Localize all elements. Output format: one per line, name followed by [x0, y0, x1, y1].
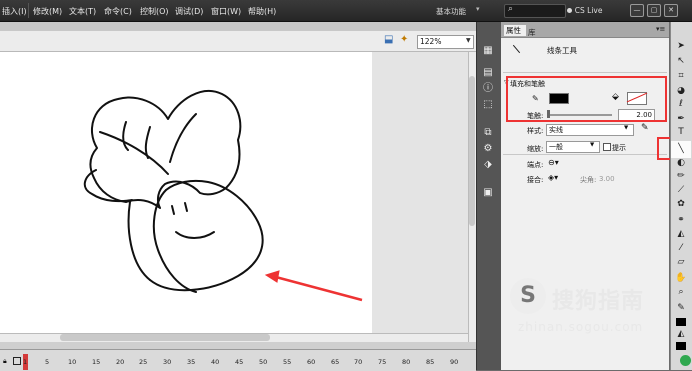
paint-bucket-tool-icon[interactable]: ◭	[674, 228, 688, 241]
subselection-tool-icon[interactable]: ↖	[674, 55, 688, 68]
frame-number: 30	[163, 358, 172, 366]
divider	[503, 154, 667, 155]
divider	[503, 72, 667, 73]
frame-number: 15	[92, 358, 101, 366]
info-icon[interactable]: ⓘ	[480, 82, 496, 96]
hand-tool-icon[interactable]: ✋	[674, 272, 688, 285]
status-indicator	[680, 355, 691, 366]
lasso-tool-icon[interactable]: ℓ	[674, 98, 688, 111]
frame-number: 85	[426, 358, 435, 366]
scale-label: 缩放:	[527, 145, 544, 153]
highlight-fill-stroke	[506, 76, 667, 122]
miter-value[interactable]: 3.00	[599, 175, 615, 183]
deco-tool-icon[interactable]: ✿	[674, 198, 688, 211]
frame-number: 40	[211, 358, 220, 366]
stroke-color-tool-icon[interactable]: ✎	[674, 302, 688, 315]
zoom-tool-icon[interactable]: ⌕	[674, 286, 688, 299]
frame-number: 1	[23, 358, 28, 366]
components-icon[interactable]: ⧉	[480, 126, 496, 140]
frame-number: 35	[187, 358, 196, 366]
tab-library[interactable]: 库	[528, 27, 536, 38]
chevron-down-icon[interactable]: ▼	[590, 142, 594, 148]
outline-icon[interactable]	[13, 357, 21, 365]
frame-number: 10	[68, 358, 77, 366]
bone-tool-icon[interactable]: ⚭	[674, 214, 688, 227]
brush-tool-icon[interactable]: ⟋	[674, 184, 688, 197]
join-label: 接合:	[527, 176, 544, 184]
selection-tool-icon[interactable]: ➤	[674, 40, 688, 53]
code-snippets-icon[interactable]: ⬗	[480, 158, 496, 172]
watermark-url: zhinan.sogou.com	[518, 320, 644, 334]
cap-label: 端点:	[527, 161, 544, 169]
arrow-to-drawing	[271, 274, 363, 302]
frame-number: 25	[139, 358, 148, 366]
panel-tab-bar	[501, 22, 669, 38]
join-select[interactable]: ◈▾	[548, 173, 558, 182]
frame-number: 45	[235, 358, 244, 366]
watermark-brand: 搜狗指南	[552, 289, 645, 314]
line-tool-icon[interactable]: ╲	[674, 143, 688, 156]
frame-number: 75	[378, 358, 387, 366]
history-icon[interactable]: ▣	[480, 186, 496, 200]
tab-properties[interactable]: 属性	[504, 25, 526, 36]
pen-tool-icon[interactable]: ✒	[674, 113, 688, 126]
edit-stroke-style-icon[interactable]: ✎	[641, 123, 649, 133]
text-tool-icon[interactable]: T	[674, 126, 688, 139]
style-select[interactable]: 实线	[546, 124, 634, 136]
color-swatches-icon[interactable]: ▦	[480, 44, 496, 58]
hint-checkbox[interactable]	[603, 143, 611, 151]
properties-panel	[501, 22, 669, 370]
timeline-header	[0, 342, 476, 349]
frame-number: 80	[402, 358, 411, 366]
arrow-to-drawing-head	[264, 270, 280, 283]
hint-label: 提示	[612, 144, 626, 152]
cap-select[interactable]: ⊖▾	[548, 158, 559, 167]
frame-number: 65	[331, 358, 340, 366]
chevron-down-icon[interactable]: ▼	[624, 125, 628, 131]
frame-number: 5	[45, 358, 50, 366]
pencil-tool-icon[interactable]: ✏	[674, 170, 688, 183]
sogou-logo-icon: S	[510, 278, 546, 314]
rectangle-tool-icon[interactable]: ◐	[674, 157, 688, 170]
free-transform-tool-icon[interactable]: ⌗	[674, 70, 688, 83]
frame-number: 60	[307, 358, 316, 366]
transform-icon[interactable]: ⬚	[480, 98, 496, 112]
lock-icon[interactable]: 🔒︎	[3, 357, 7, 366]
eyedropper-tool-icon[interactable]: ⁄	[674, 242, 688, 255]
frame-number: 20	[116, 358, 125, 366]
panel-menu-icon[interactable]: ▾≡	[656, 25, 665, 33]
stroke-color-swatch[interactable]	[676, 318, 686, 326]
frame-number: 55	[283, 358, 292, 366]
frame-number: 70	[354, 358, 363, 366]
tool-name: 线条工具	[547, 46, 577, 55]
frame-number: 90	[450, 358, 459, 366]
frame-number: 50	[259, 358, 268, 366]
fill-color-swatch[interactable]	[676, 342, 686, 350]
fill-bucket-tool-icon[interactable]: ◭	[674, 328, 688, 341]
3d-rotation-tool-icon[interactable]: ◕	[674, 85, 688, 98]
align-icon[interactable]: ▤	[480, 66, 496, 80]
style-label: 样式:	[527, 127, 544, 135]
eraser-tool-icon[interactable]: ▱	[674, 256, 688, 269]
miter-label: 尖角:	[580, 176, 597, 184]
motion-presets-icon[interactable]: ⚙	[480, 142, 496, 156]
